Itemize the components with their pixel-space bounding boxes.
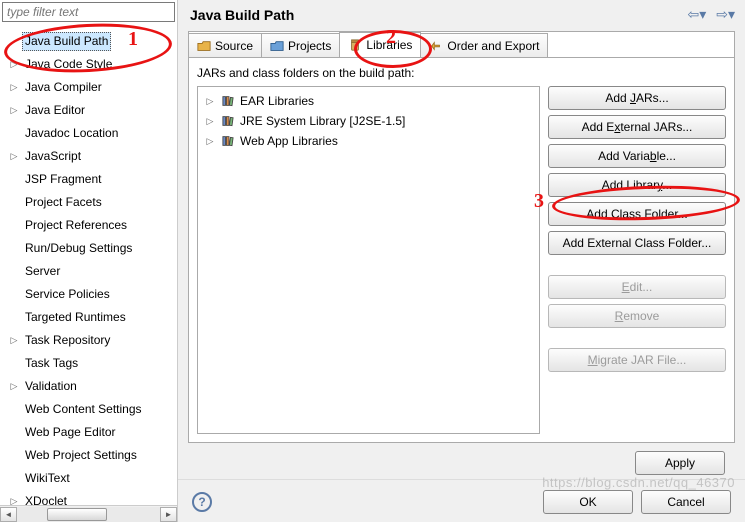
add-jars-button[interactable]: Add JARs... (548, 86, 726, 110)
sidebar-item-targeted-runtimes[interactable]: Targeted Runtimes (0, 306, 177, 329)
list-item[interactable]: ▷ Web App Libraries (200, 131, 537, 151)
nav-forward-icon[interactable]: ⇨▾ (716, 6, 735, 23)
expand-icon[interactable]: ▷ (8, 496, 20, 506)
library-icon (222, 95, 236, 107)
expand-icon[interactable]: ▷ (8, 381, 20, 393)
sidebar-item-wikitext[interactable]: WikiText (0, 467, 177, 490)
sidebar-item-java-build-path[interactable]: Java Build Path (0, 30, 177, 53)
sidebar-item-server[interactable]: Server (0, 260, 177, 283)
tab-source[interactable]: Source (188, 33, 262, 57)
sidebar-item-task-tags[interactable]: Task Tags (0, 352, 177, 375)
page-title: Java Build Path (190, 7, 294, 23)
add-library-button[interactable]: Add Library... (548, 173, 726, 197)
expand-icon[interactable]: ▷ (8, 335, 20, 347)
horizontal-scrollbar[interactable]: ◄ ► (0, 505, 177, 522)
sidebar-item-javadoc-location[interactable]: Javadoc Location (0, 122, 177, 145)
sidebar-item-project-references[interactable]: Project References (0, 214, 177, 237)
apply-button[interactable]: Apply (635, 451, 725, 475)
tab-order-export[interactable]: Order and Export (420, 33, 548, 57)
library-icon (222, 135, 236, 147)
expand-icon[interactable]: ▷ (204, 95, 216, 107)
sidebar-item-project-facets[interactable]: Project Facets (0, 191, 177, 214)
expand-icon[interactable]: ▷ (204, 135, 216, 147)
list-item[interactable]: ▷ JRE System Library [J2SE-1.5] (200, 111, 537, 131)
add-external-jars-button[interactable]: Add External JARs... (548, 115, 726, 139)
nav-back-icon[interactable]: ⇦▾ (687, 6, 706, 23)
expand-icon[interactable]: ▷ (8, 105, 20, 117)
expand-icon[interactable]: ▷ (8, 82, 20, 94)
tab-libraries[interactable]: Libraries (339, 32, 421, 58)
ok-button[interactable]: OK (543, 490, 633, 514)
sidebar-item-web-page-editor[interactable]: Web Page Editor (0, 421, 177, 444)
edit-button: Edit... (548, 275, 726, 299)
preferences-tree[interactable]: Java Build Path ▷Java Code Style ▷Java C… (0, 24, 177, 505)
sidebar-item-web-content-settings[interactable]: Web Content Settings (0, 398, 177, 421)
migrate-jar-button: Migrate JAR File... (548, 348, 726, 372)
folder-icon (270, 40, 284, 52)
expand-icon[interactable]: ▷ (8, 59, 20, 71)
sidebar-item-javascript[interactable]: ▷JavaScript (0, 145, 177, 168)
library-icon (222, 115, 236, 127)
jar-icon (348, 39, 362, 51)
watermark: https://blog.csdn.net/qq_46370 (542, 475, 735, 490)
add-class-folder-button[interactable]: Add Class Folder... (548, 202, 726, 226)
order-icon (429, 40, 443, 52)
filter-box[interactable] (2, 2, 175, 22)
sidebar-item-validation[interactable]: ▷Validation (0, 375, 177, 398)
cancel-button[interactable]: Cancel (641, 490, 731, 514)
sidebar-item-java-code-style[interactable]: ▷Java Code Style (0, 53, 177, 76)
sidebar-item-xdoclet[interactable]: ▷XDoclet (0, 490, 177, 505)
build-path-hint: JARs and class folders on the build path… (197, 66, 726, 80)
filter-input[interactable] (7, 5, 170, 19)
scroll-thumb[interactable] (47, 508, 107, 521)
scroll-left-icon[interactable]: ◄ (0, 507, 17, 522)
expand-icon[interactable]: ▷ (204, 115, 216, 127)
add-variable-button[interactable]: Add Variable... (548, 144, 726, 168)
expand-icon[interactable]: ▷ (8, 151, 20, 163)
add-external-class-folder-button[interactable]: Add External Class Folder... (548, 231, 726, 255)
sidebar-item-service-policies[interactable]: Service Policies (0, 283, 177, 306)
list-item[interactable]: ▷ EAR Libraries (200, 91, 537, 111)
sidebar-item-jsp-fragment[interactable]: JSP Fragment (0, 168, 177, 191)
help-icon[interactable]: ? (192, 492, 212, 512)
scroll-right-icon[interactable]: ► (160, 507, 177, 522)
folder-icon (197, 40, 211, 52)
libraries-list[interactable]: ▷ EAR Libraries ▷ JRE System Library [J2… (197, 86, 540, 434)
sidebar-item-java-editor[interactable]: ▷Java Editor (0, 99, 177, 122)
sidebar-item-task-repository[interactable]: ▷Task Repository (0, 329, 177, 352)
tab-projects[interactable]: Projects (261, 33, 340, 57)
build-path-tabs: Source Projects Libraries Order and Expo… (188, 31, 735, 57)
sidebar-item-java-compiler[interactable]: ▷Java Compiler (0, 76, 177, 99)
remove-button: Remove (548, 304, 726, 328)
sidebar-item-web-project-settings[interactable]: Web Project Settings (0, 444, 177, 467)
sidebar-item-run-debug[interactable]: Run/Debug Settings (0, 237, 177, 260)
